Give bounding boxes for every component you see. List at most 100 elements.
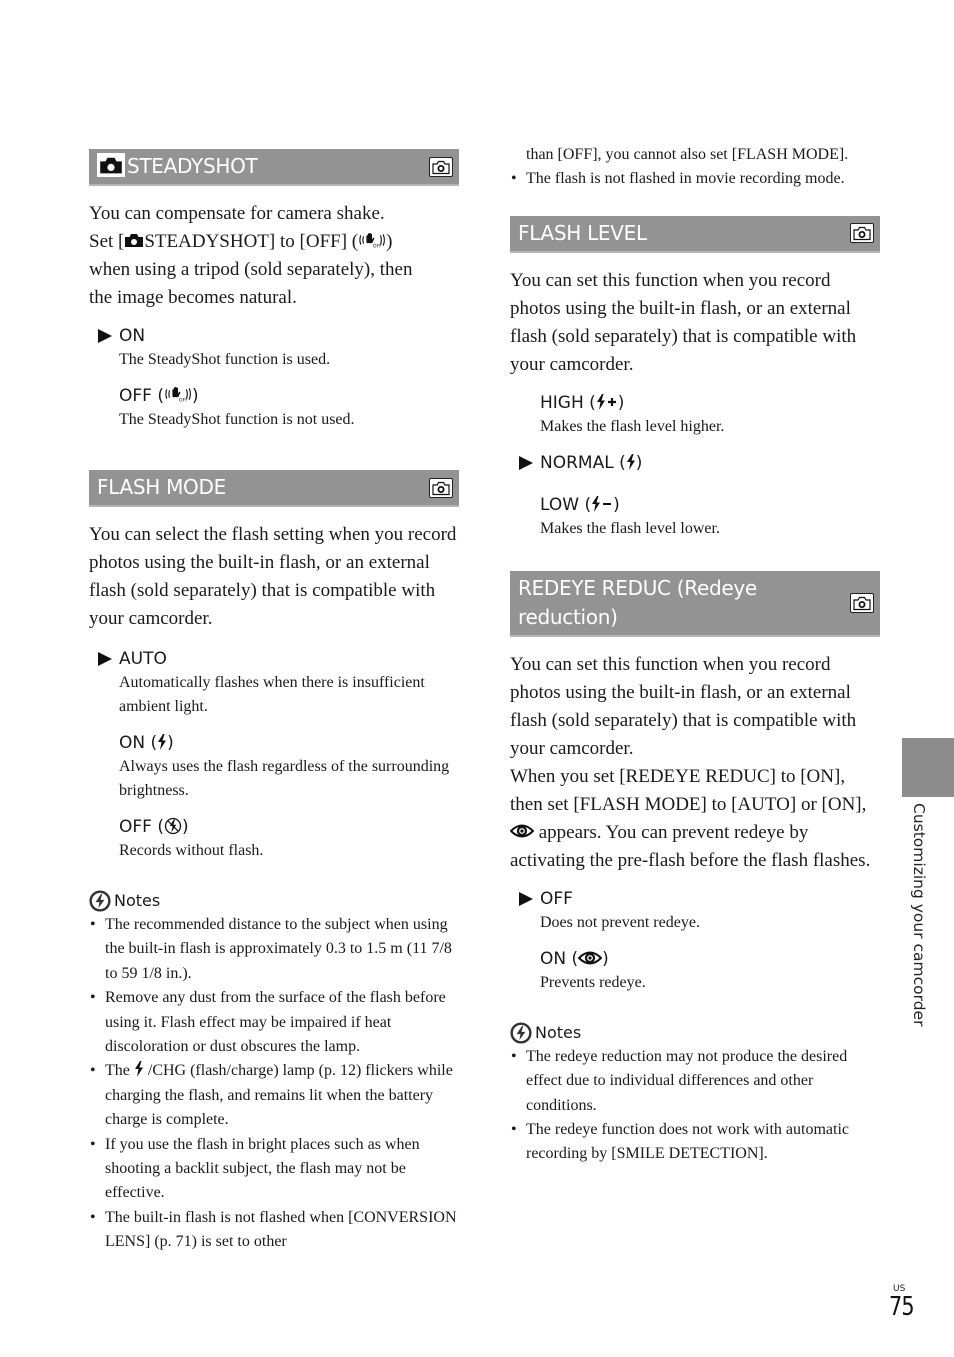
flash-plus-icon (596, 393, 616, 410)
option-label-text: NORMAL ( (540, 452, 626, 473)
photo-mode-badge-icon (429, 477, 453, 498)
section-body: You can select the flash setting when yo… (89, 524, 457, 629)
section-body: You can compensate for camera shake. Set… (89, 200, 459, 312)
option-on: ON () Always uses the flash regardless o… (89, 731, 459, 803)
notes-heading: Notes (510, 1021, 880, 1045)
option-label: ON () (540, 947, 880, 971)
option-description: Automatically flashes when there is insu… (119, 674, 425, 715)
chapter-tab-label: Customizing your camcorder (910, 803, 928, 1027)
steadyshot-section: STEADYSHOT You can compensate for camera… (89, 149, 459, 432)
section-header-flash-mode: FLASH MODE (89, 470, 459, 507)
redeye-section: REDEYE REDUC (Redeye reduction) You can … (510, 570, 880, 1167)
option-label-suffix: ) (191, 386, 199, 406)
option-description: Records without flash. (119, 842, 264, 859)
flash-off-icon (164, 817, 182, 835)
option-label-text: OFF ( (119, 817, 164, 837)
flash-minus-icon (592, 495, 612, 512)
body-text: appears. You can prevent redeye by activ… (510, 821, 871, 871)
section-title: FLASH MODE (97, 475, 226, 499)
note-text: /CHG (flash/charge) lamp (p. 12) flicker… (105, 1062, 453, 1129)
notes-list-continued: than [OFF], you cannot also set [FLASH M… (510, 143, 880, 192)
option-description: The SteadyShot function is not used. (119, 411, 355, 428)
option-label-text: ON ( (119, 733, 158, 753)
option-off: OFF () The SteadyShot function is not us… (89, 384, 459, 432)
option-description: Prevents redeye. (540, 973, 646, 991)
camera-mode-icon (97, 153, 125, 177)
notes-list: The recommended distance to the subject … (89, 913, 459, 1255)
section-header-steadyshot: STEADYSHOT (89, 149, 459, 186)
photo-mode-badge-icon (850, 223, 874, 244)
flash-level-section: FLASH LEVEL You can set this function wh… (510, 215, 880, 541)
steadyshot-off-icon (358, 231, 386, 249)
option-label: OFF (540, 888, 573, 909)
notes-heading-text: Notes (114, 891, 161, 910)
default-setting-marker-icon (98, 652, 112, 666)
body-line: the image becomes natural. (89, 287, 297, 308)
option-label: OFF () (119, 815, 459, 839)
note-item: The /CHG (flash/charge) lamp (p. 12) fli… (89, 1059, 459, 1132)
note-item: The redeye function does not work with a… (510, 1118, 880, 1167)
notes-heading: Notes (89, 889, 459, 913)
option-auto: AUTO Automatically flashes when there is… (89, 647, 459, 719)
section-title: REDEYE REDUC (Redeye reduction) (518, 575, 757, 629)
chapter-tab[interactable] (902, 738, 954, 797)
option-label-text: HIGH ( (540, 392, 596, 413)
steadyshot-off-icon (164, 385, 192, 403)
section-title: STEADYSHOT (127, 154, 258, 178)
notes-icon (510, 1022, 532, 1044)
default-setting-marker-icon (519, 455, 533, 470)
notes-block: Notes The redeye reduction may not produ… (510, 1021, 880, 1167)
camera-mode-icon (124, 232, 144, 248)
body-line: Set [ (89, 231, 125, 252)
option-description: Does not prevent redeye. (540, 913, 700, 931)
option-label: ON () (119, 731, 459, 755)
notes-list: The redeye reduction may not produce the… (510, 1045, 880, 1167)
body-line: You can compensate for camera shake. (89, 203, 385, 224)
option-label-suffix: ) (617, 392, 625, 413)
note-item-continued: than [OFF], you cannot also set [FLASH M… (526, 146, 849, 163)
note-item: If you use the flash in bright places su… (89, 1133, 459, 1206)
option-off: OFF () Records without flash. (89, 815, 459, 863)
option-description: Makes the flash level lower. (540, 519, 720, 537)
section-body: When you set [REDEYE REDUC] to [ON], the… (510, 763, 880, 875)
body-line: when using a tripod (sold separately), t… (89, 259, 413, 280)
note-item: The redeye reduction may not produce the… (510, 1045, 880, 1118)
option-low: LOW () Makes the flash level lower. (510, 493, 880, 541)
notes-block: Notes The recommended distance to the su… (89, 889, 459, 1255)
option-label-suffix: ) (635, 452, 643, 473)
note-item: The recommended distance to the subject … (89, 913, 459, 986)
option-label-suffix: ) (181, 817, 189, 837)
option-off: OFF Does not prevent redeye. (510, 887, 880, 935)
note-item: The built-in flash is not flashed when [… (89, 1206, 459, 1255)
section-header-flash-level: FLASH LEVEL (510, 215, 880, 253)
right-column: than [OFF], you cannot also set [FLASH M… (510, 143, 880, 1167)
page-number: 75 (889, 1292, 915, 1322)
option-label: NORMAL () (540, 451, 880, 475)
option-normal: NORMAL () (510, 451, 880, 475)
photo-mode-badge-icon (850, 592, 874, 613)
option-label-text: ON ( (540, 948, 579, 969)
option-label: AUTO (119, 649, 167, 669)
section-header-redeye: REDEYE REDUC (Redeye reduction) (510, 570, 880, 637)
option-label: ON (119, 326, 146, 346)
option-high: HIGH () Makes the flash level higher. (510, 391, 880, 439)
redeye-icon (578, 950, 602, 966)
photo-mode-badge-icon (429, 156, 453, 177)
option-label: LOW () (540, 493, 880, 517)
flash-on-icon (626, 454, 636, 470)
default-setting-marker-icon (98, 329, 112, 343)
redeye-icon (510, 823, 534, 839)
option-label-suffix: ) (602, 948, 609, 969)
notes-heading-text: Notes (535, 1022, 582, 1042)
option-on: ON () Prevents redeye. (510, 947, 880, 995)
default-setting-marker-icon (519, 891, 533, 906)
option-label: OFF () (119, 384, 459, 408)
note-item: The flash is not flashed in movie record… (510, 167, 880, 192)
flash-icon (134, 1061, 144, 1077)
section-body: You can set this function when you recor… (510, 653, 857, 759)
option-list: OFF Does not prevent redeye. ON () Preve… (510, 887, 880, 995)
section-body: You can set this function when you recor… (510, 269, 857, 375)
option-label: HIGH () (540, 391, 880, 415)
note-text: The (105, 1062, 130, 1080)
notes-icon (89, 890, 111, 912)
